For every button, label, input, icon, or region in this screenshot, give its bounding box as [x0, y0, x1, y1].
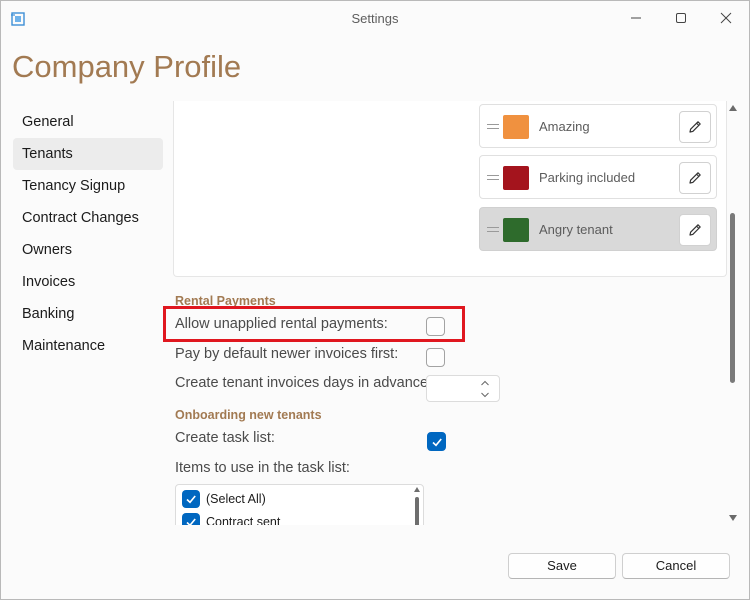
settings-nav: General Tenants Tenancy Signup Contract … [13, 106, 163, 362]
nav-item-tenancy-signup[interactable]: Tenancy Signup [13, 170, 163, 202]
tag-color-swatch[interactable] [503, 166, 529, 190]
close-button[interactable] [703, 1, 749, 35]
checkmark-icon [186, 518, 196, 525]
nav-item-maintenance[interactable]: Maintenance [13, 330, 163, 362]
close-icon [720, 12, 732, 24]
drag-handle-icon[interactable] [487, 124, 499, 129]
nav-item-contract-changes[interactable]: Contract Changes [13, 202, 163, 234]
edit-tag-button[interactable] [679, 162, 711, 194]
pencil-icon [689, 224, 701, 236]
task-list-item[interactable]: Contract sent [182, 511, 280, 525]
settings-window: Settings Company Profile General Tenants… [0, 0, 750, 600]
tag-row[interactable]: Angry tenant [479, 207, 717, 251]
edit-tag-button[interactable] [679, 111, 711, 143]
create-task-list-checkbox[interactable] [427, 432, 446, 451]
maximize-button[interactable] [658, 1, 704, 35]
tag-label: Amazing [539, 119, 590, 134]
highlight-box [163, 306, 465, 342]
tenant-tags-panel: Amazing Parking included Angry tenant [173, 101, 727, 277]
minimize-icon [631, 17, 641, 19]
task-items-label: Items to use in the task list: [175, 460, 350, 476]
task-list-item[interactable]: (Select All) [182, 488, 266, 510]
drag-handle-icon[interactable] [487, 227, 499, 232]
drag-handle-icon[interactable] [487, 175, 499, 180]
content-scrollbar[interactable] [728, 101, 738, 525]
nav-item-owners[interactable]: Owners [13, 234, 163, 266]
tag-row[interactable]: Amazing [479, 104, 717, 148]
task-item-checkbox[interactable] [182, 490, 200, 508]
task-item-checkbox[interactable] [182, 513, 200, 525]
checkmark-icon [186, 495, 196, 504]
list-scrollbar-thumb[interactable] [415, 497, 419, 525]
edit-tag-button[interactable] [679, 214, 711, 246]
create-task-list-label: Create task list: [175, 430, 275, 446]
nav-item-general[interactable]: General [13, 106, 163, 138]
maximize-icon [676, 13, 686, 23]
chevron-up-icon[interactable] [480, 378, 490, 388]
tag-color-swatch[interactable] [503, 115, 529, 139]
nav-item-banking[interactable]: Banking [13, 298, 163, 330]
chevron-down-icon[interactable] [480, 390, 490, 400]
title-bar: Settings [1, 1, 749, 35]
cancel-button[interactable]: Cancel [622, 553, 730, 579]
nav-item-invoices[interactable]: Invoices [13, 266, 163, 298]
scrollbar-thumb[interactable] [730, 213, 735, 383]
invoice-days-label: Create tenant invoices days in advance: [175, 375, 433, 391]
task-item-label: (Select All) [206, 492, 266, 506]
tag-color-swatch[interactable] [503, 218, 529, 242]
tag-label: Angry tenant [539, 222, 613, 237]
invoice-days-input[interactable] [426, 375, 500, 402]
scroll-up-icon[interactable] [729, 105, 737, 111]
list-scroll-up-icon[interactable] [414, 487, 420, 492]
checkmark-icon [431, 437, 442, 446]
onboarding-heading: Onboarding new tenants [175, 408, 322, 422]
page-title: Company Profile [12, 49, 242, 84]
pencil-icon [689, 172, 701, 184]
scroll-down-icon[interactable] [729, 515, 737, 521]
pay-newer-first-label: Pay by default newer invoices first: [175, 346, 399, 362]
task-items-list[interactable]: (Select All) Contract sent [175, 484, 424, 525]
task-item-label: Contract sent [206, 515, 281, 525]
pay-newer-first-checkbox[interactable] [426, 348, 445, 367]
tag-label: Parking included [539, 170, 636, 185]
pencil-icon [689, 121, 701, 133]
minimize-button[interactable] [613, 1, 659, 35]
save-button[interactable]: Save [508, 553, 616, 579]
tag-row[interactable]: Parking included [479, 155, 717, 199]
nav-item-tenants[interactable]: Tenants [13, 138, 163, 170]
